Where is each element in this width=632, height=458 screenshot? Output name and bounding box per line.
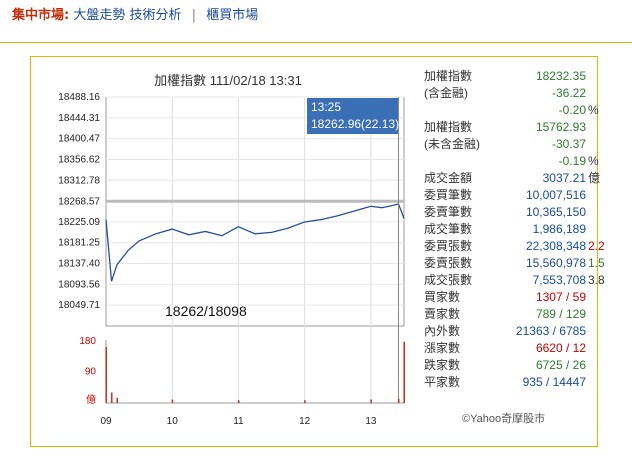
volume-bar bbox=[105, 347, 107, 403]
stat-value: 18232.35 bbox=[535, 69, 586, 83]
stat-label: 加權指數 bbox=[424, 120, 473, 134]
stat-ratio: 3.8 bbox=[588, 273, 605, 287]
stat-value: -0.19 bbox=[558, 154, 586, 168]
x-tick-label: 13 bbox=[365, 416, 377, 427]
volume-tick-label: 億 bbox=[86, 393, 96, 406]
stat-row: 委賣筆數 10,365,150 bbox=[424, 204, 624, 221]
volume-bar bbox=[370, 399, 372, 403]
x-tick-label: 10 bbox=[167, 416, 179, 427]
stat-row: 委買筆數 10,007,516 bbox=[424, 187, 624, 204]
x-tick-label: 09 bbox=[100, 416, 112, 427]
chart-tooltip: 13:25 18262.96(22.13) bbox=[307, 98, 400, 134]
stat-label: 委買張數 bbox=[424, 239, 473, 253]
y-tick-label: 18488.16 bbox=[58, 92, 100, 103]
y-tick-label: 18137.40 bbox=[58, 259, 100, 270]
stat-value: 3037.21 bbox=[542, 171, 586, 185]
stat-value: -0.20 bbox=[558, 103, 586, 117]
stat-row: 漲家數 6620 / 12 bbox=[424, 340, 624, 357]
x-tick-label: 11 bbox=[233, 416, 244, 427]
stat-label: (含金融) bbox=[424, 86, 468, 100]
chart-title: 加權指數 111/02/18 13:31 bbox=[154, 73, 302, 88]
stat-suffix: 億 bbox=[588, 171, 601, 185]
stat-value: 935 / 14447 bbox=[522, 375, 586, 389]
stat-label: 跌家數 bbox=[424, 358, 461, 372]
volume-bar bbox=[403, 341, 405, 403]
stat-row: 加權指數 18232.35 bbox=[424, 68, 624, 85]
stat-value: 21363 / 6785 bbox=[515, 324, 586, 338]
stat-value: 15762.93 bbox=[535, 120, 586, 134]
yahoo-credit: ©Yahoo奇摩股市 bbox=[462, 413, 546, 425]
stat-row: -0.19% bbox=[424, 153, 624, 170]
stat-value: 22,308,348 bbox=[525, 239, 586, 253]
stat-row: 委賣張數 15,560,978 1.5 bbox=[424, 255, 624, 272]
stat-row: 買家數 1307 / 59 bbox=[424, 289, 624, 306]
stat-row: 委買張數 22,308,348 2.2 bbox=[424, 238, 624, 255]
y-tick-label: 18093.56 bbox=[58, 279, 100, 290]
volume-bar bbox=[397, 398, 400, 403]
stat-label: 委賣張數 bbox=[424, 256, 473, 270]
stat-label: 委賣筆數 bbox=[424, 205, 473, 219]
volume-tick-label: 180 bbox=[79, 336, 96, 347]
stat-label: 內外數 bbox=[424, 324, 461, 338]
stat-row: 內外數 21363 / 6785 bbox=[424, 323, 624, 340]
stat-value: 7,553,708 bbox=[532, 273, 586, 287]
stat-label: 加權指數 bbox=[424, 69, 473, 83]
high-low-label: 18262/18098 bbox=[165, 303, 247, 319]
volume-bar bbox=[116, 397, 119, 403]
stat-row: 平家數 935 / 14447 bbox=[424, 374, 624, 391]
stat-value: 1,986,189 bbox=[532, 222, 586, 236]
volume-bar bbox=[171, 399, 174, 403]
stat-value: -30.37 bbox=[551, 137, 586, 151]
stat-value: -36.22 bbox=[551, 86, 586, 100]
volume-bar bbox=[237, 400, 240, 403]
y-tick-label: 18400.47 bbox=[58, 134, 100, 145]
stat-ratio: 2.2 bbox=[588, 239, 605, 253]
stat-label: 成交金額 bbox=[424, 171, 473, 185]
stat-label: 買家數 bbox=[424, 290, 461, 304]
stat-suffix: % bbox=[588, 103, 599, 117]
stat-row: 成交金額 3037.21 億 bbox=[424, 170, 624, 187]
stat-label: (未含金融) bbox=[424, 137, 480, 151]
stat-value: 10,365,150 bbox=[525, 205, 586, 219]
tooltip-time: 13:25 bbox=[311, 100, 342, 114]
stat-value: 1307 / 59 bbox=[535, 290, 586, 304]
stat-row: 賣家數 789 / 129 bbox=[424, 306, 624, 323]
volume-bar bbox=[304, 400, 306, 403]
stat-row: 成交筆數 1,986,189 bbox=[424, 221, 624, 238]
stat-value: 789 / 129 bbox=[535, 307, 586, 321]
stat-label: 成交筆數 bbox=[424, 222, 473, 236]
stat-value: 6725 / 26 bbox=[535, 358, 586, 372]
tooltip-value: 18262.96(22.13) bbox=[311, 117, 400, 131]
stat-label: 平家數 bbox=[424, 375, 461, 389]
stat-row: 加權指數 15762.93 bbox=[424, 119, 624, 136]
stat-row: 成交張數 7,553,708 3.8 bbox=[424, 272, 624, 289]
stat-label: 賣家數 bbox=[424, 307, 461, 321]
stat-row: (未含金融) -30.37 bbox=[424, 136, 624, 153]
stat-label: 委買筆數 bbox=[424, 188, 473, 202]
stat-label: 漲家數 bbox=[424, 341, 461, 355]
y-tick-label: 18356.62 bbox=[58, 154, 100, 165]
stat-row: 跌家數 6725 / 26 bbox=[424, 357, 624, 374]
y-tick-label: 18444.31 bbox=[58, 113, 100, 124]
y-tick-label: 18181.25 bbox=[58, 238, 100, 249]
y-tick-label: 18049.71 bbox=[58, 300, 100, 311]
y-tick-label: 18225.09 bbox=[58, 217, 100, 228]
stats-table: 加權指數 18232.35 (含金融) -36.22 -0.20% 加權指數 15762.9… bbox=[424, 68, 624, 391]
stat-suffix: % bbox=[588, 154, 599, 168]
stat-ratio: 1.5 bbox=[588, 256, 605, 270]
stat-label: 成交張數 bbox=[424, 273, 473, 287]
stat-row: (含金融) -36.22 bbox=[424, 85, 624, 102]
y-tick-label: 18312.78 bbox=[58, 175, 100, 186]
stat-value: 6620 / 12 bbox=[535, 341, 586, 355]
stat-row: -0.20% bbox=[424, 102, 624, 119]
y-tick-label: 18268.57 bbox=[58, 196, 100, 207]
stat-value: 15,560,978 bbox=[525, 256, 586, 270]
volume-bar bbox=[110, 392, 113, 403]
stat-value: 10,007,516 bbox=[525, 188, 586, 202]
x-tick-label: 12 bbox=[299, 416, 311, 427]
volume-tick-label: 90 bbox=[85, 367, 97, 378]
